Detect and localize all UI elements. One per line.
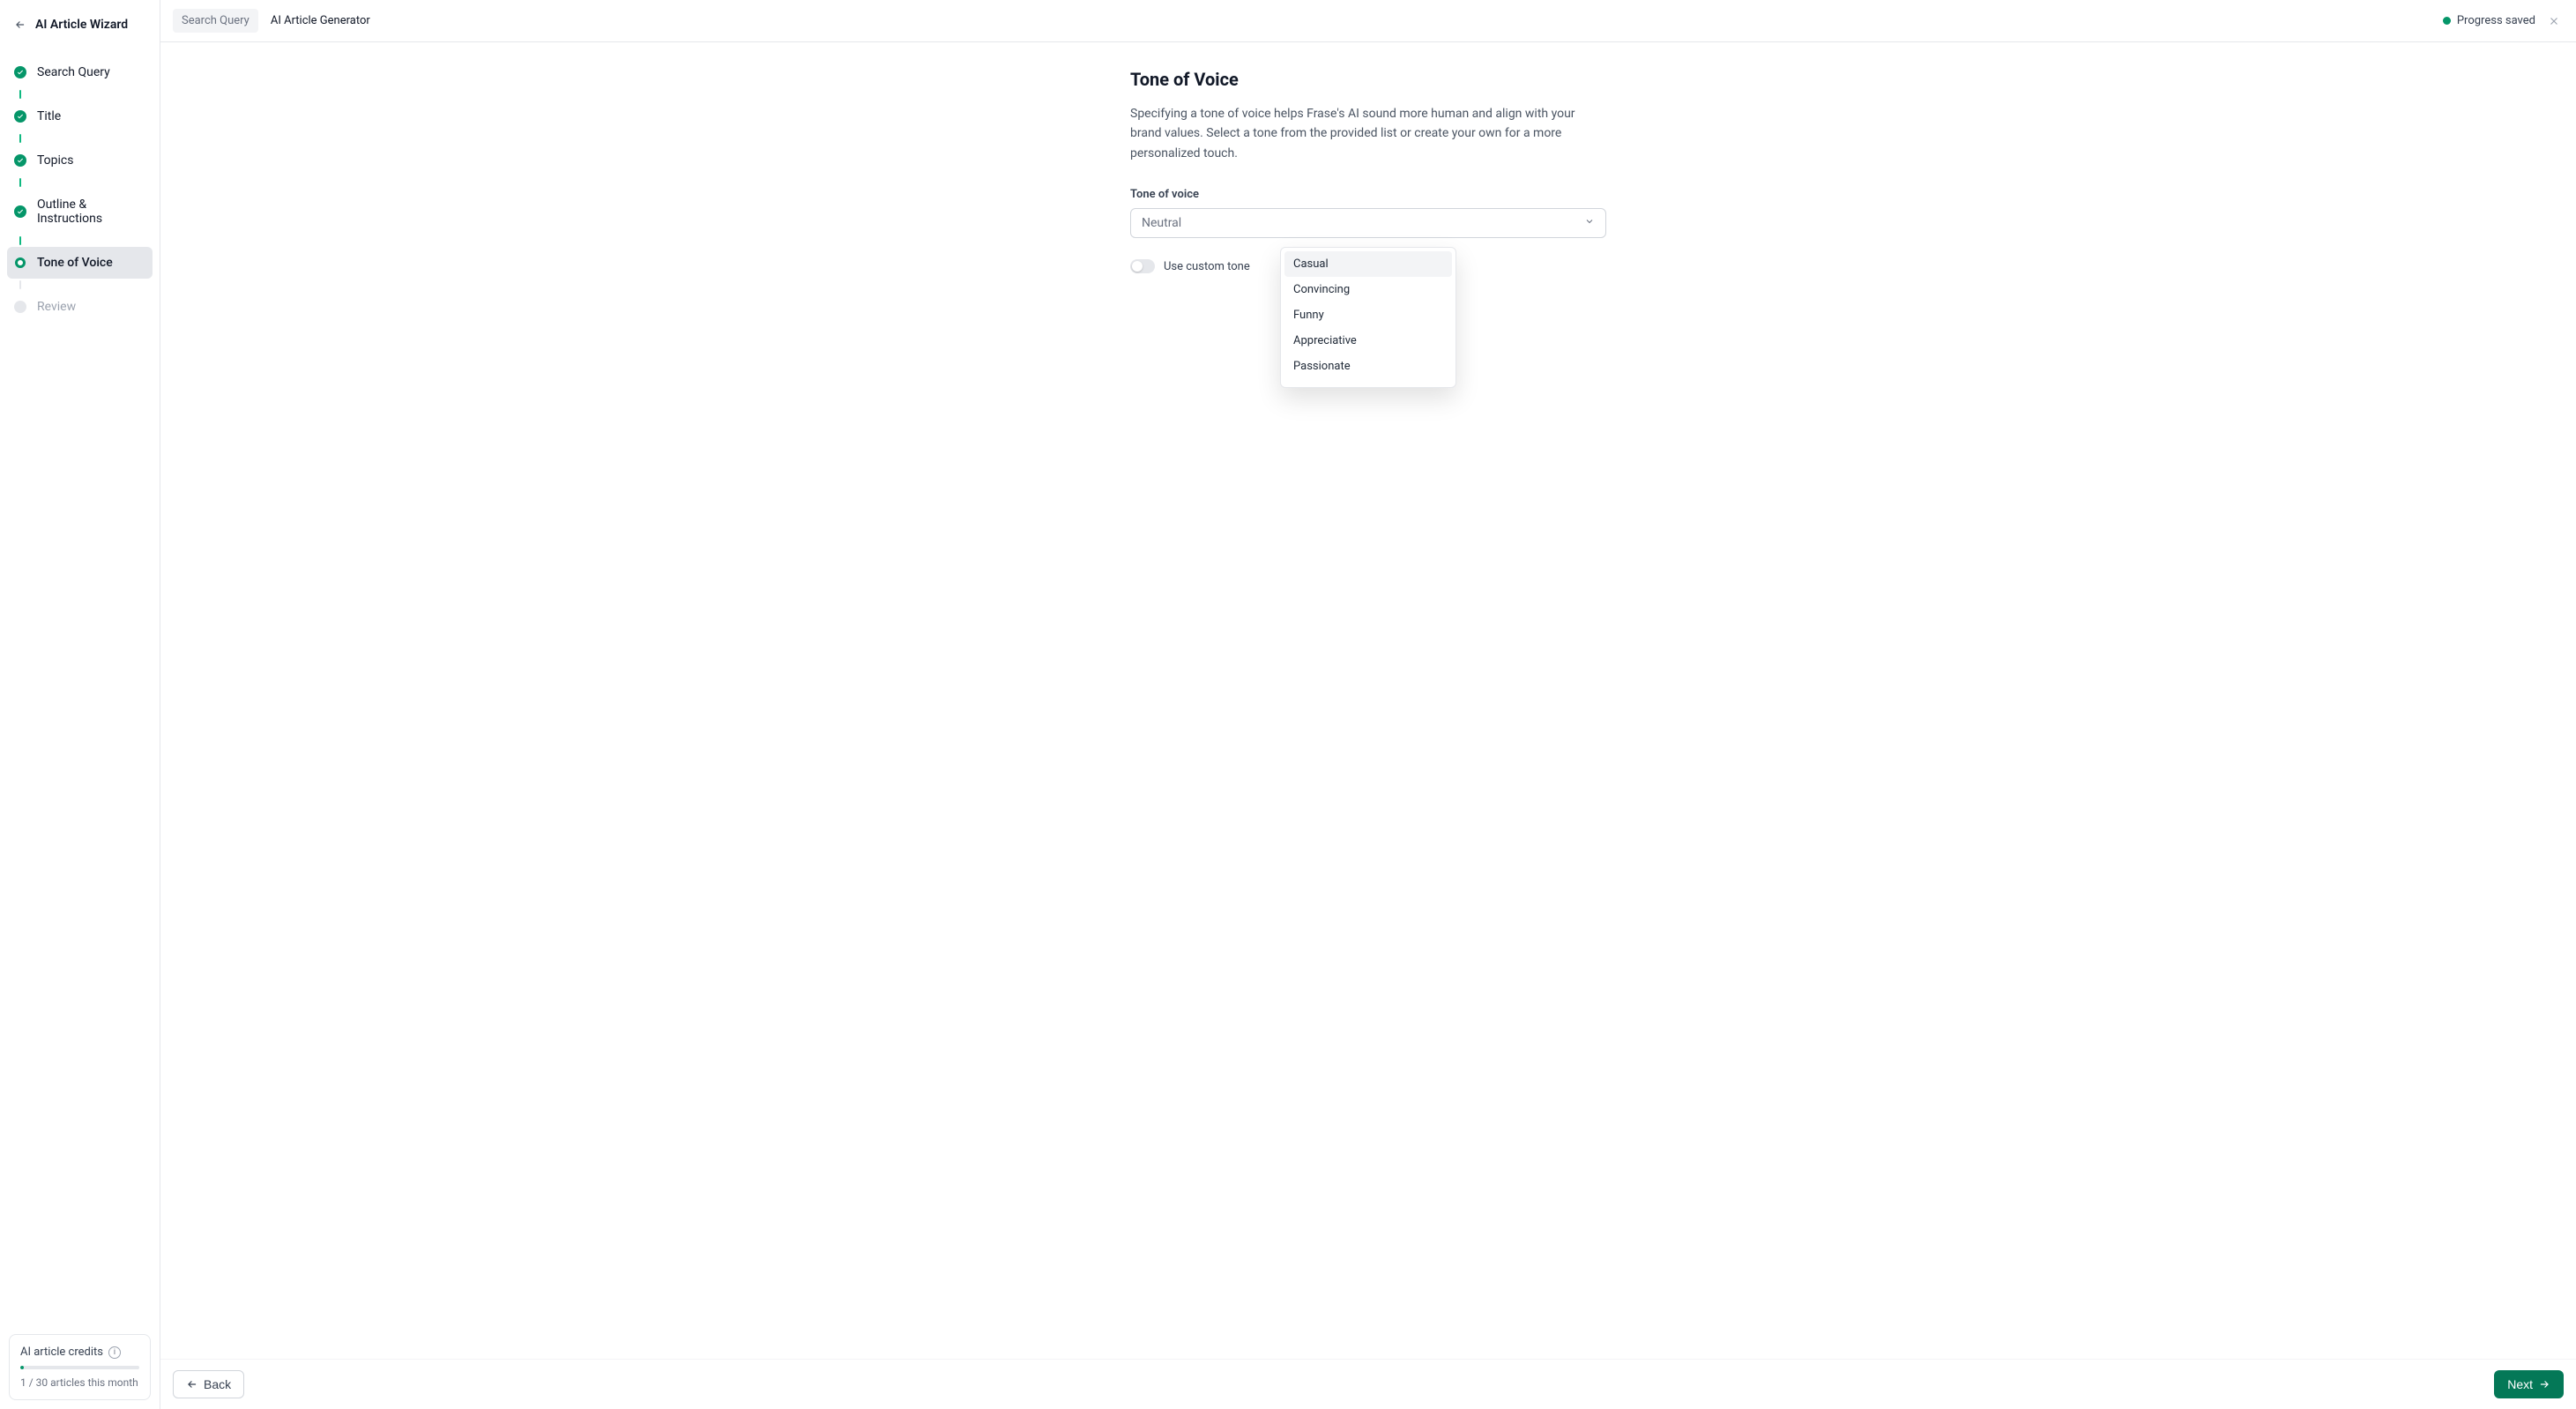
arrow-left-icon: [186, 1378, 198, 1390]
step-connector: [19, 279, 153, 291]
option-funny[interactable]: Funny: [1284, 302, 1452, 328]
credits-card: AI article credits i 1 / 30 articles thi…: [9, 1334, 151, 1400]
step-label: Topics: [37, 153, 73, 168]
step-connector: [19, 132, 153, 145]
close-icon[interactable]: [2544, 11, 2564, 31]
tone-field-label: Tone of voice: [1130, 188, 1606, 201]
tabs: Search Query AI Article Generator: [173, 9, 379, 33]
step-title[interactable]: Title: [7, 101, 153, 132]
credits-progress: [20, 1366, 139, 1369]
bottombar: Back Next: [160, 1359, 2576, 1409]
step-outline-instructions[interactable]: Outline & Instructions: [7, 189, 153, 235]
step-search-query[interactable]: Search Query: [7, 56, 153, 88]
toggle-knob: [1132, 261, 1143, 272]
pending-step-icon: [14, 301, 26, 313]
info-icon[interactable]: i: [108, 1346, 121, 1359]
wizard-steps: Search Query Title Topics Outline & Inst…: [0, 49, 160, 1325]
panel-description: Specifying a tone of voice helps Frase's…: [1130, 104, 1606, 163]
tone-panel: Tone of Voice Specifying a tone of voice…: [1130, 69, 1606, 1332]
credits-title: AI article credits: [20, 1346, 103, 1359]
main: Search Query AI Article Generator Progre…: [160, 0, 2576, 1409]
back-button-label: Back: [204, 1377, 231, 1391]
custom-tone-toggle[interactable]: [1130, 259, 1155, 273]
custom-tone-label: Use custom tone: [1164, 260, 1250, 273]
sidebar-header: AI Article Wizard: [0, 0, 160, 49]
tone-select: Neutral Casual Convincing Funny Apprecia…: [1130, 208, 1606, 238]
next-button[interactable]: Next: [2494, 1370, 2564, 1398]
sidebar: AI Article Wizard Search Query Title Top…: [0, 0, 160, 1409]
arrow-right-icon: [2538, 1378, 2550, 1390]
check-circle-icon: [14, 110, 26, 123]
step-connector: [19, 176, 153, 189]
step-label: Tone of Voice: [37, 256, 113, 270]
tone-dropdown: Casual Convincing Funny Appreciative Pas…: [1280, 247, 1456, 388]
step-label: Outline & Instructions: [37, 198, 145, 226]
tab-ai-article-generator[interactable]: AI Article Generator: [262, 9, 379, 33]
step-label: Search Query: [37, 65, 110, 79]
saved-text: Progress saved: [2457, 14, 2535, 27]
wizard-title: AI Article Wizard: [35, 18, 128, 32]
credits-progress-fill: [20, 1366, 24, 1369]
credits-subtitle: 1 / 30 articles this month: [20, 1376, 139, 1389]
option-assertive[interactable]: Assertive: [1284, 379, 1452, 385]
panel-title: Tone of Voice: [1130, 69, 1606, 90]
option-casual[interactable]: Casual: [1284, 251, 1452, 277]
back-button[interactable]: Back: [173, 1370, 244, 1398]
step-connector: [19, 235, 153, 247]
check-circle-icon: [14, 66, 26, 78]
back-arrow-icon[interactable]: [14, 19, 26, 31]
tone-select-value: Neutral: [1142, 216, 1181, 230]
next-button-label: Next: [2507, 1377, 2533, 1391]
topbar-right: Progress saved: [2443, 11, 2564, 31]
step-review[interactable]: Review: [7, 291, 153, 323]
option-passionate[interactable]: Passionate: [1284, 354, 1452, 379]
check-circle-icon: [14, 154, 26, 167]
saved-dot-icon: [2443, 17, 2451, 25]
tone-select-box[interactable]: Neutral: [1130, 208, 1606, 238]
credits-title-row: AI article credits i: [20, 1346, 139, 1359]
step-topics[interactable]: Topics: [7, 145, 153, 176]
progress-saved-badge: Progress saved: [2443, 14, 2535, 27]
tab-search-query[interactable]: Search Query: [173, 9, 258, 33]
tone-dropdown-scroll[interactable]: Casual Convincing Funny Appreciative Pas…: [1284, 251, 1452, 385]
step-connector: [19, 88, 153, 101]
content: Tone of Voice Specifying a tone of voice…: [160, 42, 2576, 1359]
step-label: Title: [37, 109, 61, 123]
current-step-icon: [15, 257, 26, 268]
chevron-down-icon: [1584, 216, 1595, 230]
option-appreciative[interactable]: Appreciative: [1284, 328, 1452, 354]
option-convincing[interactable]: Convincing: [1284, 277, 1452, 302]
topbar: Search Query AI Article Generator Progre…: [160, 0, 2576, 42]
check-circle-icon: [14, 205, 26, 218]
step-tone-of-voice[interactable]: Tone of Voice: [7, 247, 153, 279]
step-label: Review: [37, 300, 76, 314]
